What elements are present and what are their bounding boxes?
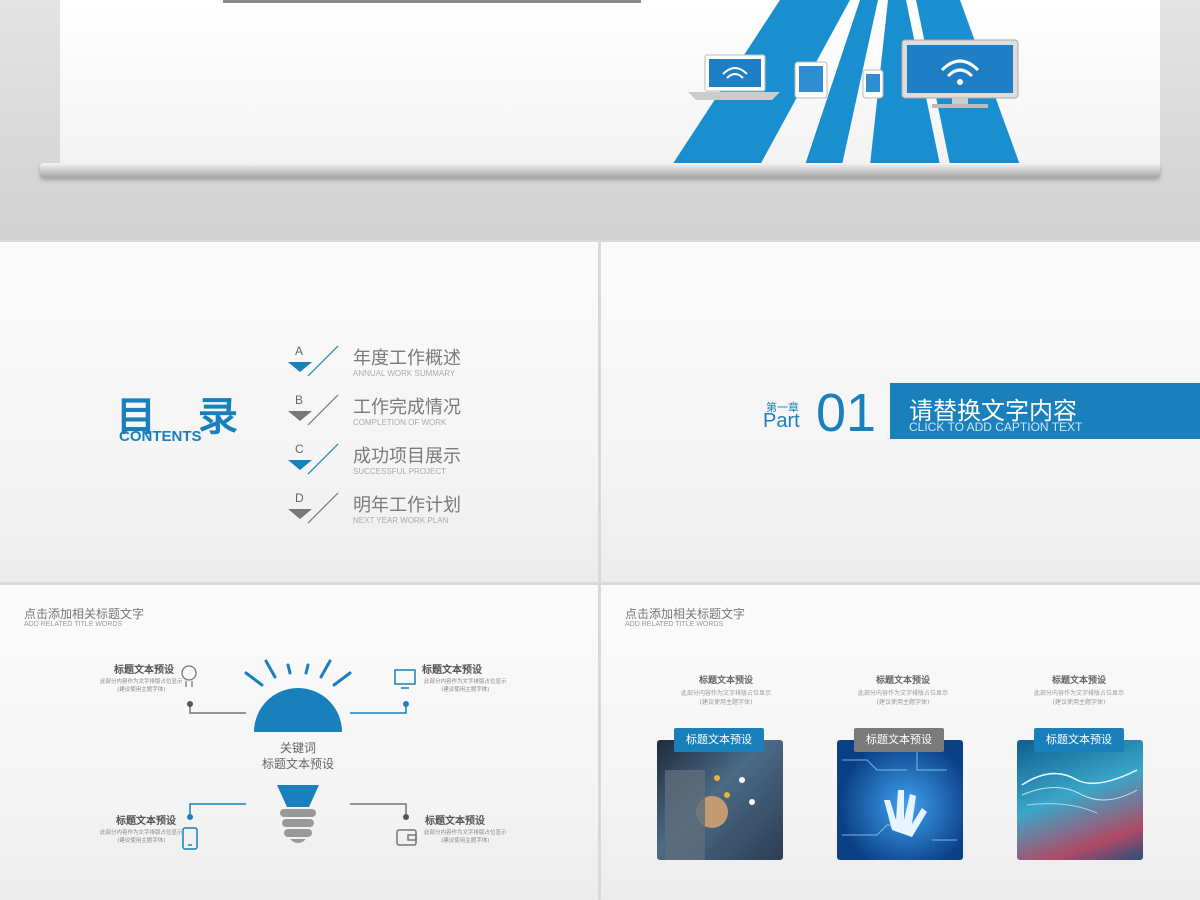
slash-icon: [307, 394, 339, 426]
toc-item-d: D 明年工作计划 NEXT YEAR WORK PLAN: [286, 491, 546, 535]
toc-subtitle: ANNUAL WORK SUMMARY: [353, 369, 456, 378]
part-number: 01: [816, 383, 877, 443]
lightbulb-icon: [181, 665, 197, 687]
toc-item-b: B 工作完成情况 COMPLETION OF WORK: [286, 393, 546, 437]
toc-subtitle: SUCCESSFUL PROJECT: [353, 467, 447, 476]
part-word: Part: [763, 410, 800, 432]
idea-slide-preview[interactable]: 点击添加相关标题文字 ADD RELATED TITLE WORDS 标题文本预…: [0, 585, 598, 900]
node-title-top-right: 标题文本预设: [422, 665, 482, 676]
contents-heading-en: CONTENTS: [119, 428, 202, 445]
light-rays: [244, 659, 352, 687]
screen-rail: [40, 163, 1160, 177]
card-heading: 标题文本预设: [698, 676, 753, 686]
monitor-icon: [901, 39, 1019, 108]
card-tag[interactable]: 标题文本预设: [854, 728, 944, 752]
card-heading: 标题文本预设: [1051, 676, 1106, 686]
toc-letter: A: [295, 344, 304, 358]
card-image-touchscreen: [657, 740, 783, 860]
bulb-neck: [277, 785, 319, 807]
slash-icon: [307, 443, 339, 475]
node-title-top-left: 标题文本预设: [114, 665, 174, 676]
toc-item-a: A 年度工作概述 ANNUAL WORK SUMMARY: [286, 344, 546, 388]
card-description: 此部分内容作为文字排版占位显示 (建议使用主题字体): [857, 690, 948, 706]
phone-icon: [862, 69, 884, 99]
card-tag[interactable]: 标题文本预设: [674, 728, 764, 752]
node-title-bottom-left: 标题文本预设: [116, 816, 176, 827]
slide-header-en: ADD RELATED TITLE WORDS: [625, 621, 724, 628]
slash-icon: [307, 492, 339, 524]
part-subtitle: CLICK TO ADD CAPTION TEXT: [909, 420, 1083, 434]
part-title-band: 请替换文字内容 CLICK TO ADD CAPTION TEXT: [890, 383, 1200, 439]
bulb-dome: [254, 688, 342, 732]
tablet-icon: [794, 61, 828, 99]
card-tag[interactable]: 标题文本预设: [1034, 728, 1124, 752]
wallet-icon: [396, 829, 417, 846]
card-description: 此部分内容作为文字排版占位显示 (建议使用主题字体): [1033, 690, 1124, 706]
phone-icon: [182, 827, 198, 850]
node-title-bottom-right: 标题文本预设: [425, 816, 485, 827]
network-road-illustration: [672, 0, 1020, 165]
toc-subtitle: COMPLETION OF WORK: [353, 418, 447, 427]
projection-screen: [60, 0, 1160, 165]
toc-subtitle: NEXT YEAR WORK PLAN: [353, 516, 449, 525]
toc-letter: C: [295, 442, 304, 456]
node-desc-bottom-left: 此部分内容作为文字排版占位显示 (建议使用主题字体): [100, 830, 183, 844]
part-slide-preview[interactable]: 第一章 Part 01 请替换文字内容 CLICK TO ADD CAPTION…: [601, 242, 1200, 582]
toc-title: 成功项目展示: [353, 446, 461, 467]
node-desc-top-right: 此部分内容作为文字排版占位显示 (建议使用主题字体): [424, 679, 507, 693]
toc-title: 明年工作计划: [353, 495, 461, 516]
toc-title: 年度工作概述: [353, 348, 461, 369]
card-heading: 标题文本预设: [875, 676, 930, 686]
monitor-icon: [394, 669, 416, 689]
toc-letter: B: [295, 393, 304, 407]
toc-item-c: C 成功项目展示 SUCCESSFUL PROJECT: [286, 442, 546, 486]
contents-slide-preview[interactable]: 目 录 CONTENTS A 年度工作概述 ANNUAL WORK SUMMAR…: [0, 242, 598, 582]
card-image-wireframe-hands: [1017, 740, 1143, 860]
cover-slide-preview[interactable]: [0, 0, 1200, 240]
toc-letter: D: [295, 491, 304, 505]
slash-icon: [307, 345, 339, 377]
center-keyword: 关键词 标题文本预设: [261, 741, 334, 771]
card-image-circuit-hand: [837, 740, 963, 860]
cards-slide-preview[interactable]: 点击添加相关标题文字 ADD RELATED TITLE WORDS 标题文本预…: [601, 585, 1200, 900]
node-desc-top-left: 此部分内容作为文字排版占位显示 (建议使用主题字体): [100, 679, 183, 693]
slide-header: 点击添加相关标题文字: [625, 607, 746, 621]
toc-title: 工作完成情况: [353, 397, 461, 418]
node-desc-bottom-right: 此部分内容作为文字排版占位显示 (建议使用主题字体): [424, 830, 507, 844]
card-description: 此部分内容作为文字排版占位显示 (建议使用主题字体): [680, 690, 771, 706]
